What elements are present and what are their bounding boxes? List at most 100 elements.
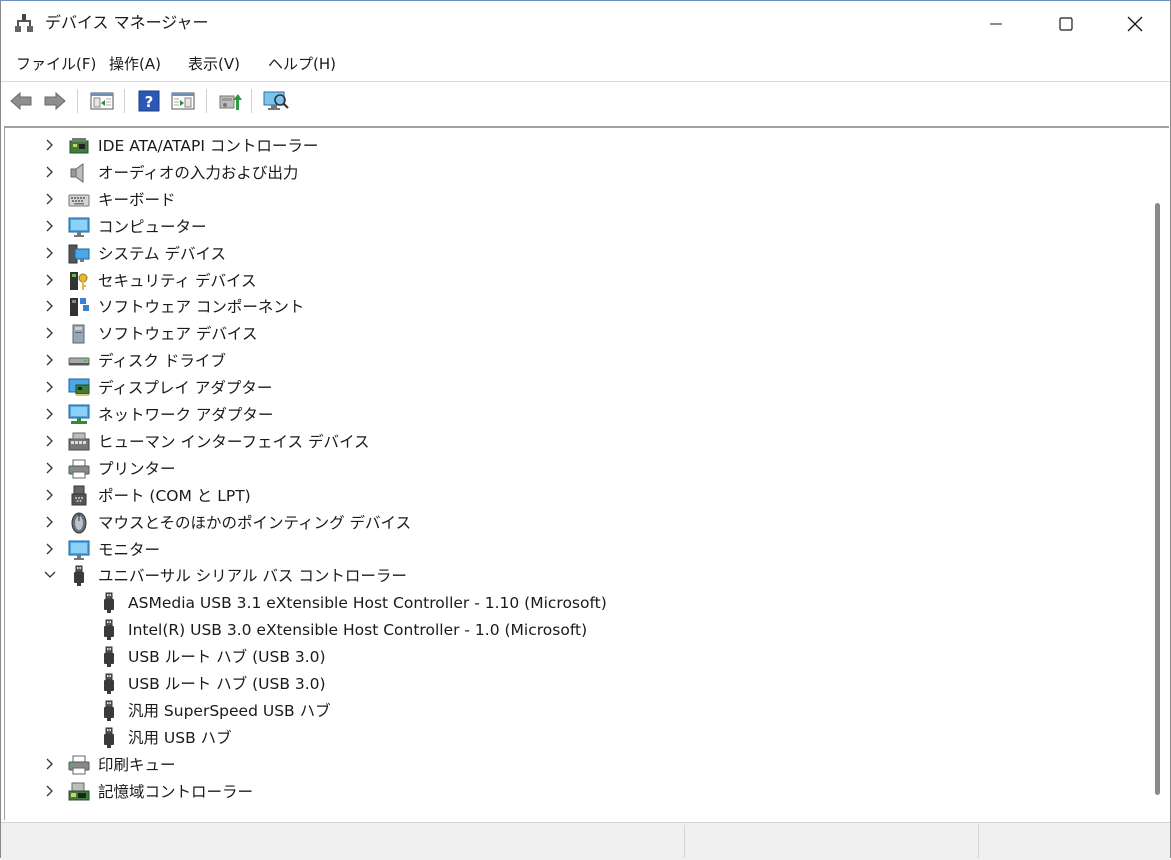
keyboard-icon: [68, 194, 90, 207]
back-button[interactable]: [8, 88, 34, 114]
vertical-scrollbar[interactable]: [1147, 128, 1167, 818]
tree-child-item[interactable]: ASMedia USB 3.1 eXtensible Host Controll…: [5, 589, 1005, 616]
tree-category-item[interactable]: システム デバイス: [5, 240, 1005, 267]
menu-help[interactable]: ヘルプ(H): [268, 54, 336, 74]
tree-item-label: ディスク ドライブ: [98, 352, 226, 371]
speaker-icon: [70, 162, 84, 183]
close-icon: [1127, 16, 1143, 32]
tree-item-label: ディスプレイ アダプター: [98, 379, 273, 398]
tree-category-item[interactable]: 印刷キュー: [5, 751, 1005, 778]
help-button[interactable]: ?: [136, 88, 162, 114]
tree-child-item[interactable]: USB ルート ハブ (USB 3.0): [5, 670, 1005, 697]
usb-icon: [74, 565, 84, 587]
tree-item-label: 汎用 USB ハブ: [128, 728, 232, 747]
tree-item-label: USB ルート ハブ (USB 3.0): [128, 648, 326, 667]
chevron-down-icon[interactable]: [43, 568, 57, 582]
forward-button[interactable]: [42, 88, 68, 114]
tree-category-item[interactable]: ソフトウェア コンポーネント: [5, 293, 1005, 320]
tree-category-item[interactable]: ヒューマン インターフェイス デバイス: [5, 428, 1005, 455]
maximize-button[interactable]: [1031, 1, 1101, 47]
tree-category-item[interactable]: ネットワーク アダプター: [5, 401, 1005, 428]
chevron-right-icon[interactable]: [43, 246, 57, 260]
tree-category-item[interactable]: ユニバーサル シリアル バス コントローラー: [5, 562, 1005, 589]
update-driver-button[interactable]: [217, 88, 243, 114]
usb-icon: [104, 673, 114, 694]
usb-icon: [104, 727, 114, 748]
chevron-right-icon[interactable]: [43, 434, 57, 448]
action-pane-icon: [171, 92, 195, 110]
chevron-right-icon[interactable]: [43, 407, 57, 421]
tree-child-item[interactable]: 汎用 SuperSpeed USB ハブ: [5, 697, 1005, 724]
security-key-icon: [70, 271, 88, 290]
tree-category-item[interactable]: オーディオの入力および出力: [5, 159, 1005, 186]
tree-item-label: オーディオの入力および出力: [98, 163, 299, 182]
tree-item-label: IDE ATA/ATAPI コントローラー: [98, 137, 319, 155]
chevron-right-icon[interactable]: [43, 542, 57, 556]
chevron-right-icon[interactable]: [43, 380, 57, 394]
device-tree: IDE ATA/ATAPI コントローラー オーディオの入力および出力 キーボードコ…: [5, 128, 1145, 818]
chevron-right-icon[interactable]: [43, 165, 57, 179]
tree-category-item[interactable]: ディスク ドライブ: [5, 347, 1005, 374]
monitor-icon: [68, 540, 90, 560]
properties-pane-button[interactable]: [89, 88, 115, 114]
menu-view[interactable]: 表示(V): [188, 54, 240, 74]
chevron-right-icon[interactable]: [43, 273, 57, 287]
chevron-right-icon[interactable]: [43, 515, 57, 529]
tree-item-label: ソフトウェア コンポーネント: [98, 298, 305, 317]
tree-category-item[interactable]: ポート (COM と LPT): [5, 482, 1005, 509]
tree-item-label: コンピューター: [98, 217, 207, 236]
chevron-right-icon[interactable]: [43, 192, 57, 206]
software-component-icon: [70, 298, 89, 317]
mouse-icon: [71, 512, 87, 534]
hid-icon: [68, 432, 90, 451]
chevron-right-icon[interactable]: [43, 299, 57, 313]
tree-item-label: ソフトウェア デバイス: [98, 325, 258, 344]
tree-child-item[interactable]: USB ルート ハブ (USB 3.0): [5, 643, 1005, 670]
chevron-right-icon[interactable]: [43, 461, 57, 475]
tree-item-label: ユニバーサル シリアル バス コントローラー: [98, 567, 407, 586]
action-pane-button[interactable]: [170, 88, 196, 114]
chevron-right-icon[interactable]: [43, 219, 57, 233]
tree-child-item[interactable]: 汎用 USB ハブ: [5, 724, 1005, 751]
tree-item-label: セキュリティ デバイス: [98, 271, 257, 290]
status-bar: [1, 822, 1170, 860]
forward-arrow-icon: [44, 91, 66, 111]
scan-hardware-button[interactable]: [263, 88, 289, 114]
back-arrow-icon: [10, 91, 32, 111]
chevron-right-icon[interactable]: [43, 138, 57, 152]
tree-category-item[interactable]: プリンター: [5, 455, 1005, 482]
tree-item-label: キーボード: [98, 190, 176, 209]
monitor-icon: [68, 217, 90, 237]
tree-category-item[interactable]: マウスとそのほかのポインティング デバイス: [5, 509, 1005, 536]
close-button[interactable]: [1100, 1, 1170, 47]
tree-category-item[interactable]: コンピューター: [5, 213, 1005, 240]
storage-controller-icon: [68, 782, 90, 801]
menu-action[interactable]: 操作(A): [109, 54, 161, 74]
tree-category-item[interactable]: キーボード: [5, 186, 1005, 213]
display-adapter-icon: [68, 378, 90, 397]
usb-icon: [104, 619, 114, 641]
menu-file[interactable]: ファイル(F): [16, 54, 96, 74]
minimize-button[interactable]: [961, 1, 1031, 47]
tree-category-item[interactable]: ソフトウェア デバイス: [5, 320, 1005, 347]
toolbar: ?: [1, 82, 1170, 120]
chevron-right-icon[interactable]: [43, 488, 57, 502]
tree-category-item[interactable]: 記憶域コントローラー: [5, 778, 1005, 805]
usb-icon: [104, 646, 114, 668]
usb-icon: [104, 700, 114, 721]
svg-text:?: ?: [145, 93, 154, 111]
tree-category-item[interactable]: IDE ATA/ATAPI コントローラー: [5, 132, 1005, 159]
chevron-right-icon[interactable]: [43, 784, 57, 798]
tree-category-item[interactable]: ディスプレイ アダプター: [5, 374, 1005, 401]
usb-icon: [104, 592, 114, 614]
tree-category-item[interactable]: セキュリティ デバイス: [5, 267, 1005, 294]
tree-child-item[interactable]: Intel(R) USB 3.0 eXtensible Host Control…: [5, 616, 1005, 643]
tree-category-item[interactable]: モニター: [5, 536, 1005, 563]
scrollbar-thumb[interactable]: [1155, 203, 1160, 795]
minimize-icon: [990, 23, 1002, 25]
chevron-right-icon[interactable]: [43, 757, 57, 771]
device-manager-icon: [15, 14, 33, 32]
chevron-right-icon[interactable]: [43, 353, 57, 367]
tree-item-label: 記憶域コントローラー: [98, 782, 254, 801]
chevron-right-icon[interactable]: [43, 326, 57, 340]
